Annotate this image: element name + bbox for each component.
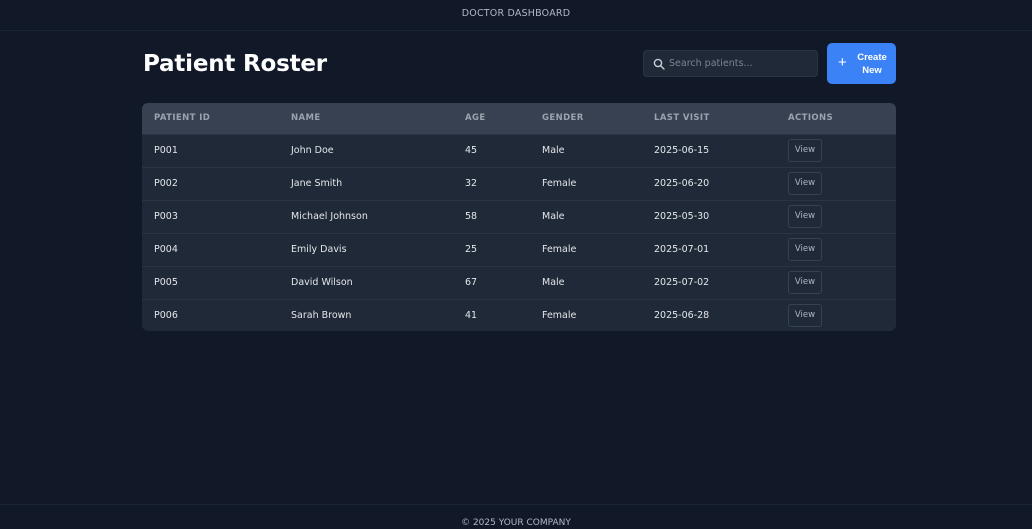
view-button[interactable]: View bbox=[788, 304, 822, 328]
footer-copyright: © 2025 YOUR COMPANY bbox=[461, 518, 571, 528]
cell-patient-id: P001 bbox=[154, 145, 178, 156]
cell-actions: View bbox=[776, 266, 896, 299]
cell-last-visit: 2025-06-15 bbox=[654, 145, 710, 156]
app-title: DOCTOR DASHBOARD bbox=[461, 8, 571, 19]
cell-age: 41 bbox=[465, 310, 478, 322]
cell-name: David Wilson bbox=[291, 277, 353, 288]
cell-last-visit: 2025-07-02 bbox=[654, 277, 710, 288]
cell-last-visit: 2025-07-01 bbox=[654, 244, 710, 255]
cell-patient-id: P003 bbox=[154, 211, 178, 222]
top-bar: DOCTOR DASHBOARD bbox=[0, 0, 1032, 31]
column-header-name[interactable]: NAME bbox=[279, 103, 453, 134]
view-button[interactable]: View bbox=[788, 172, 822, 195]
cell-actions: View bbox=[776, 134, 896, 167]
column-header-age[interactable]: AGE bbox=[453, 103, 530, 134]
create-new-button[interactable]: + Create New bbox=[827, 43, 896, 84]
cell-patient-id: P006 bbox=[154, 310, 178, 322]
cell-actions: View bbox=[776, 233, 896, 266]
patient-table: PATIENT ID NAME AGE GENDER LAST VISIT AC… bbox=[142, 103, 896, 331]
cell-patient-id: P002 bbox=[154, 178, 178, 189]
patient-table-card: PATIENT ID NAME AGE GENDER LAST VISIT AC… bbox=[142, 103, 896, 331]
cell-gender: Male bbox=[542, 145, 565, 156]
column-header-patient-id[interactable]: PATIENT ID bbox=[142, 103, 279, 134]
cell-gender: Male bbox=[542, 211, 565, 222]
cell-gender: Female bbox=[542, 310, 577, 322]
cell-last-visit: 2025-06-28 bbox=[654, 310, 710, 322]
cell-actions: View bbox=[776, 299, 896, 331]
plus-icon: + bbox=[838, 54, 847, 71]
cell-gender: Male bbox=[542, 277, 565, 288]
cell-name: Jane Smith bbox=[291, 178, 343, 189]
cell-patient-id: P005 bbox=[154, 277, 178, 288]
table-row: P005 David Wilson 67 Male 2025-07-02 Vie… bbox=[142, 266, 896, 299]
cell-last-visit: 2025-05-30 bbox=[654, 211, 710, 222]
cell-actions: View bbox=[776, 167, 896, 200]
view-button[interactable]: View bbox=[788, 205, 822, 228]
view-button[interactable]: View bbox=[788, 271, 822, 294]
footer: © 2025 YOUR COMPANY bbox=[0, 504, 1032, 528]
cell-name: Emily Davis bbox=[291, 244, 347, 255]
search-input[interactable] bbox=[669, 51, 814, 76]
cell-patient-id: P004 bbox=[154, 244, 178, 255]
column-header-gender[interactable]: GENDER bbox=[530, 103, 642, 134]
cell-age: 58 bbox=[465, 211, 478, 222]
create-label-line1: Create bbox=[857, 52, 887, 63]
search-box[interactable] bbox=[643, 50, 818, 77]
cell-gender: Female bbox=[542, 178, 577, 189]
cell-gender: Female bbox=[542, 244, 577, 255]
cell-name: John Doe bbox=[291, 145, 334, 156]
cell-actions: View bbox=[776, 200, 896, 233]
cell-age: 32 bbox=[465, 178, 478, 189]
page-title: Patient Roster bbox=[143, 51, 327, 77]
table-row: P001 John Doe 45 Male 2025-06-15 View bbox=[142, 134, 896, 167]
cell-last-visit: 2025-06-20 bbox=[654, 178, 710, 189]
cell-name: Sarah Brown bbox=[291, 310, 352, 322]
cell-name: Michael Johnson bbox=[291, 211, 368, 222]
column-header-last-visit[interactable]: LAST VISIT bbox=[642, 103, 776, 134]
table-row: P002 Jane Smith 32 Female 2025-06-20 Vie… bbox=[142, 167, 896, 200]
cell-age: 45 bbox=[465, 145, 478, 156]
cell-age: 67 bbox=[465, 277, 478, 288]
search-icon bbox=[653, 58, 665, 70]
view-button[interactable]: View bbox=[788, 139, 822, 162]
table-header-row: PATIENT ID NAME AGE GENDER LAST VISIT AC… bbox=[142, 103, 896, 134]
table-row: P004 Emily Davis 25 Female 2025-07-01 Vi… bbox=[142, 233, 896, 266]
page-header: Patient Roster + Create New bbox=[143, 43, 896, 84]
view-button[interactable]: View bbox=[788, 238, 822, 261]
column-header-actions: ACTIONS bbox=[788, 113, 834, 124]
create-label-line2: New bbox=[862, 65, 882, 76]
table-row: P003 Michael Johnson 58 Male 2025-05-30 … bbox=[142, 200, 896, 233]
create-new-label: Create New bbox=[852, 51, 892, 77]
cell-age: 25 bbox=[465, 244, 478, 255]
table-row: P006 Sarah Brown 41 Female 2025-06-28 Vi… bbox=[142, 299, 896, 331]
